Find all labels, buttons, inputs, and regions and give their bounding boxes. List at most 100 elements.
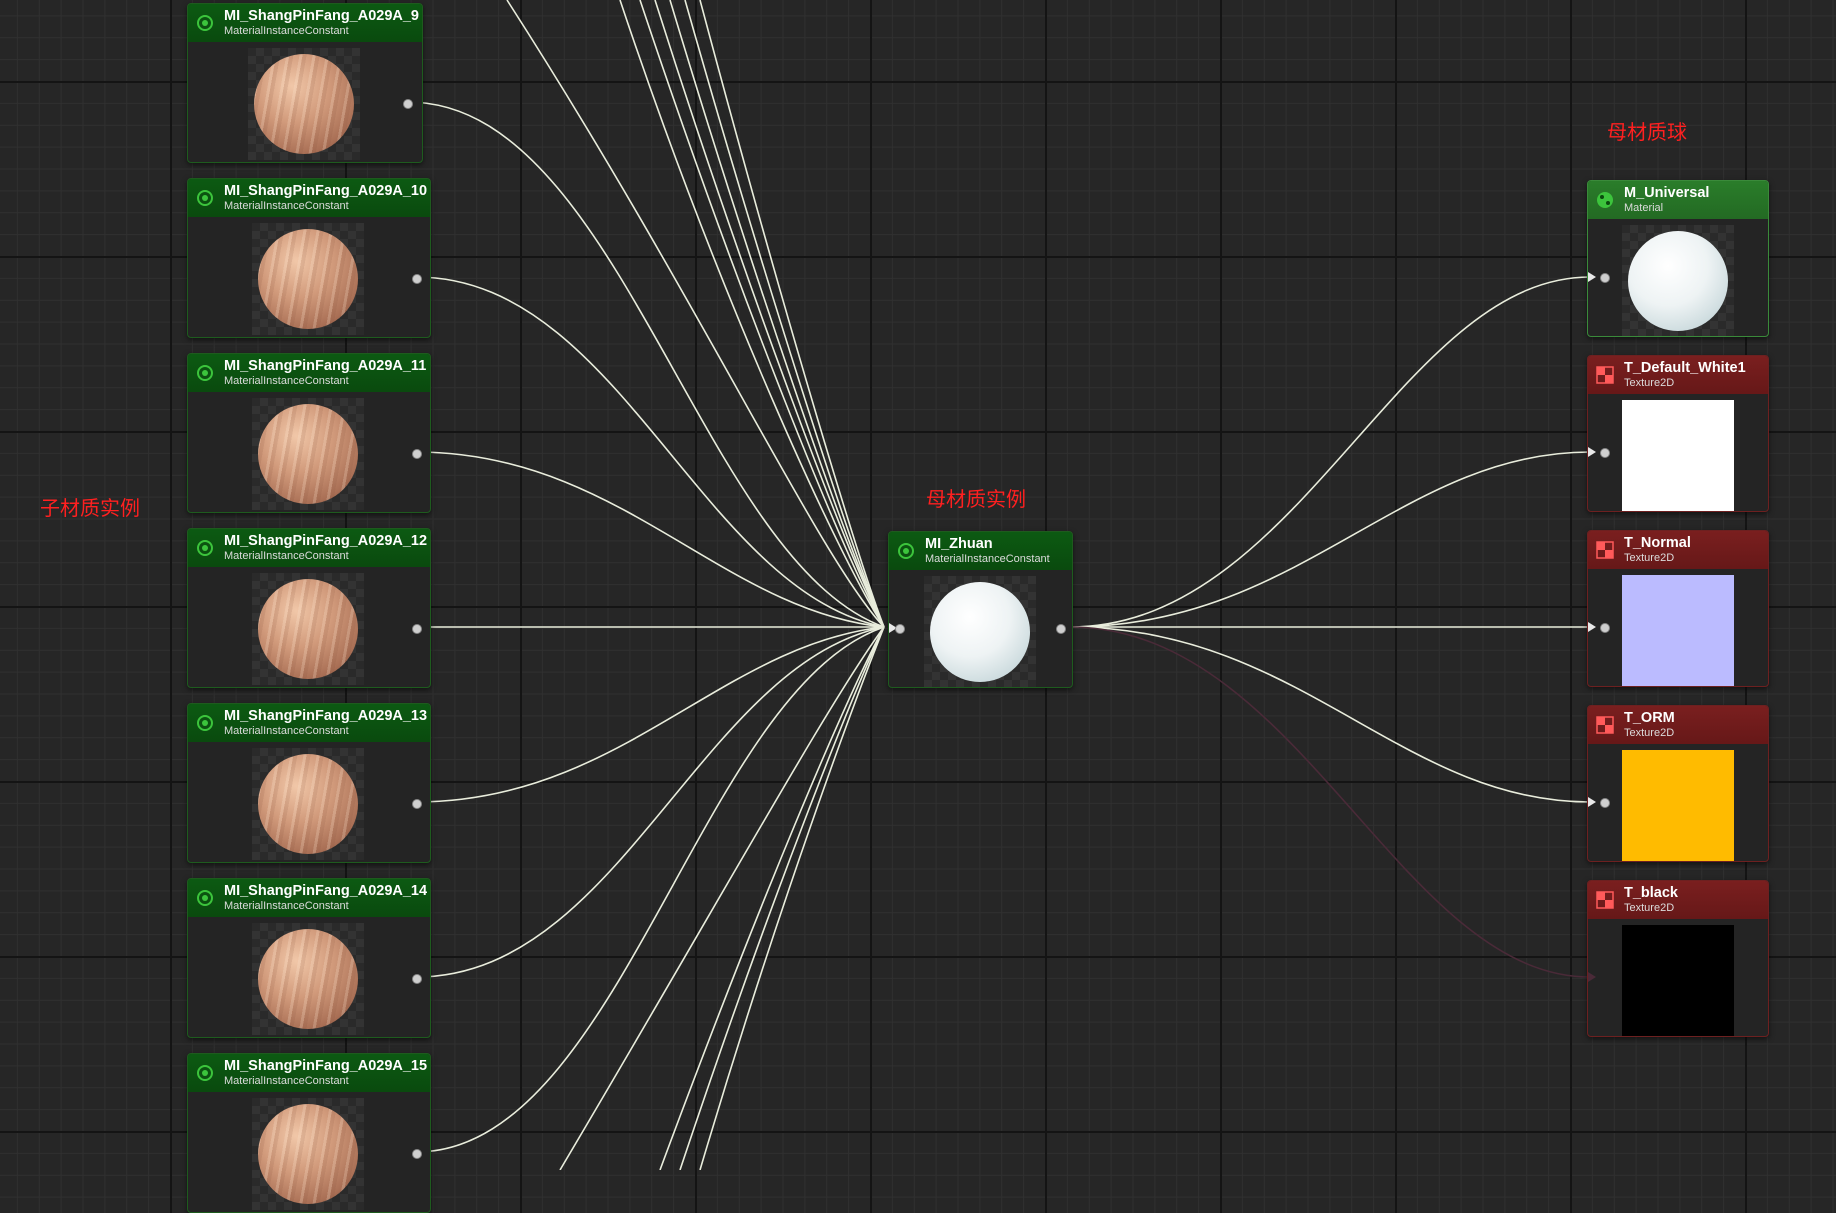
preview-sphere [254,54,354,154]
material-instance-icon [194,887,216,909]
node-type: MaterialInstanceConstant [925,552,1050,565]
texture-preview [1622,400,1734,511]
node-title: T_Normal [1624,534,1691,551]
input-pin-dot[interactable] [1600,448,1610,458]
node-header[interactable]: T_ORM Texture2D [1588,706,1768,744]
preview-sphere [930,582,1030,682]
preview-sphere [1628,231,1728,331]
node-texture-black[interactable]: T_black Texture2D [1587,880,1769,1037]
node-type: MaterialInstanceConstant [224,1074,349,1087]
texture-swatch [1622,750,1734,861]
node-header[interactable]: MI_ShangPinFang_A029A_11 MaterialInstanc… [188,354,430,392]
node-child-instance-14[interactable]: MI_ShangPinFang_A029A_14 MaterialInstanc… [187,878,431,1038]
node-child-instance-13[interactable]: MI_ShangPinFang_A029A_13 MaterialInstanc… [187,703,431,863]
preview-sphere [258,1104,358,1204]
node-child-instance-12[interactable]: MI_ShangPinFang_A029A_12 MaterialInstanc… [187,528,431,688]
wire-child-extra-9 [659,626,885,1170]
wire-child-13 [415,626,885,803]
output-pin[interactable] [412,974,422,984]
material-preview [924,576,1036,687]
input-pin-dot[interactable] [1600,798,1610,808]
material-preview [252,573,364,685]
node-type: Texture2D [1624,376,1675,389]
node-title: M_Universal [1624,184,1710,201]
output-pin[interactable] [412,624,422,634]
comment-parent-instance: 母材质实例 [926,487,1026,511]
material-instance-icon [194,362,216,384]
node-header[interactable]: MI_ShangPinFang_A029A_10 MaterialInstanc… [188,179,430,217]
node-header[interactable]: MI_ShangPinFang_A029A_9 MaterialInstance… [188,4,422,42]
preview-sphere [258,579,358,679]
node-type: Texture2D [1624,551,1675,564]
output-pin[interactable] [412,449,422,459]
input-pin[interactable] [1588,972,1596,982]
output-pin[interactable] [1056,624,1066,634]
node-type: MaterialInstanceConstant [224,374,349,387]
node-header[interactable]: T_Default_White1 Texture2D [1588,356,1768,394]
wire-texture-orm [1069,626,1591,803]
wire-child-extra-11 [699,626,885,1170]
node-parent-material[interactable]: M_Universal Material [1587,180,1769,337]
preview-sphere [258,754,358,854]
input-pin-dot[interactable] [895,624,905,634]
node-texture-normal[interactable]: T_Normal Texture2D [1587,530,1769,687]
wire-child-extra-10 [679,626,885,1170]
input-pin-dot[interactable] [1600,623,1610,633]
node-texture-orm[interactable]: T_ORM Texture2D [1587,705,1769,862]
node-child-instance-11[interactable]: MI_ShangPinFang_A029A_11 MaterialInstanc… [187,353,431,513]
material-preview [252,923,364,1035]
material-instance-icon [194,1062,216,1084]
input-pin[interactable] [1588,622,1596,632]
comment-parent-material: 母材质球 [1607,120,1687,144]
node-header[interactable]: MI_ShangPinFang_A029A_14 MaterialInstanc… [188,879,430,917]
output-pin[interactable] [412,274,422,284]
texture-swatch [1622,400,1734,511]
node-type: MaterialInstanceConstant [224,24,349,37]
wire-parent-material [1069,276,1591,628]
node-parent-instance[interactable]: MI_Zhuan MaterialInstanceConstant [888,531,1073,688]
input-pin[interactable] [1588,272,1596,282]
node-title: MI_Zhuan [925,535,993,552]
node-child-instance-15[interactable]: MI_ShangPinFang_A029A_15 MaterialInstanc… [187,1053,431,1213]
node-child-instance-10[interactable]: MI_ShangPinFang_A029A_10 MaterialInstanc… [187,178,431,338]
node-title: MI_ShangPinFang_A029A_14 [224,882,428,899]
wire-texture-white [1069,451,1591,628]
material-instance-icon [194,12,216,34]
texture-icon [1594,889,1616,911]
wire-child-extra-6 [684,0,885,628]
wire-child-extra-2 [619,0,885,628]
node-header[interactable]: T_black Texture2D [1588,881,1768,919]
node-child-instance-9[interactable]: MI_ShangPinFang_A029A_9 MaterialInstance… [187,3,423,163]
wire-child-9 [407,101,885,628]
node-title: MI_ShangPinFang_A029A_13 [224,707,428,724]
node-header[interactable]: MI_ShangPinFang_A029A_15 MaterialInstanc… [188,1054,430,1092]
material-preview [252,748,364,860]
node-header[interactable]: T_Normal Texture2D [1588,531,1768,569]
output-pin[interactable] [403,99,413,109]
node-title: T_black [1624,884,1678,901]
node-header[interactable]: M_Universal Material [1588,181,1768,219]
node-texture-default-white[interactable]: T_Default_White1 Texture2D [1587,355,1769,512]
node-header[interactable]: MI_Zhuan MaterialInstanceConstant [889,532,1072,570]
node-type: MaterialInstanceConstant [224,199,349,212]
node-type: Texture2D [1624,726,1675,739]
output-pin[interactable] [412,799,422,809]
input-pin[interactable] [1588,447,1596,457]
texture-preview [1622,750,1734,861]
material-instance-icon [194,537,216,559]
wire-child-extra-8 [559,626,885,1170]
node-title: T_ORM [1624,709,1675,726]
node-header[interactable]: MI_ShangPinFang_A029A_13 MaterialInstanc… [188,704,430,742]
texture-icon [1594,364,1616,386]
preview-sphere [258,929,358,1029]
material-instance-icon [895,540,917,562]
input-pin[interactable] [1588,797,1596,807]
node-header[interactable]: MI_ShangPinFang_A029A_12 MaterialInstanc… [188,529,430,567]
input-pin-dot[interactable] [1600,273,1610,283]
wire-texture-black [1069,626,1591,978]
wire-child-extra-1 [506,0,885,628]
node-title: T_Default_White1 [1624,359,1746,376]
texture-swatch [1622,575,1734,686]
texture-icon [1594,714,1616,736]
output-pin[interactable] [412,1149,422,1159]
